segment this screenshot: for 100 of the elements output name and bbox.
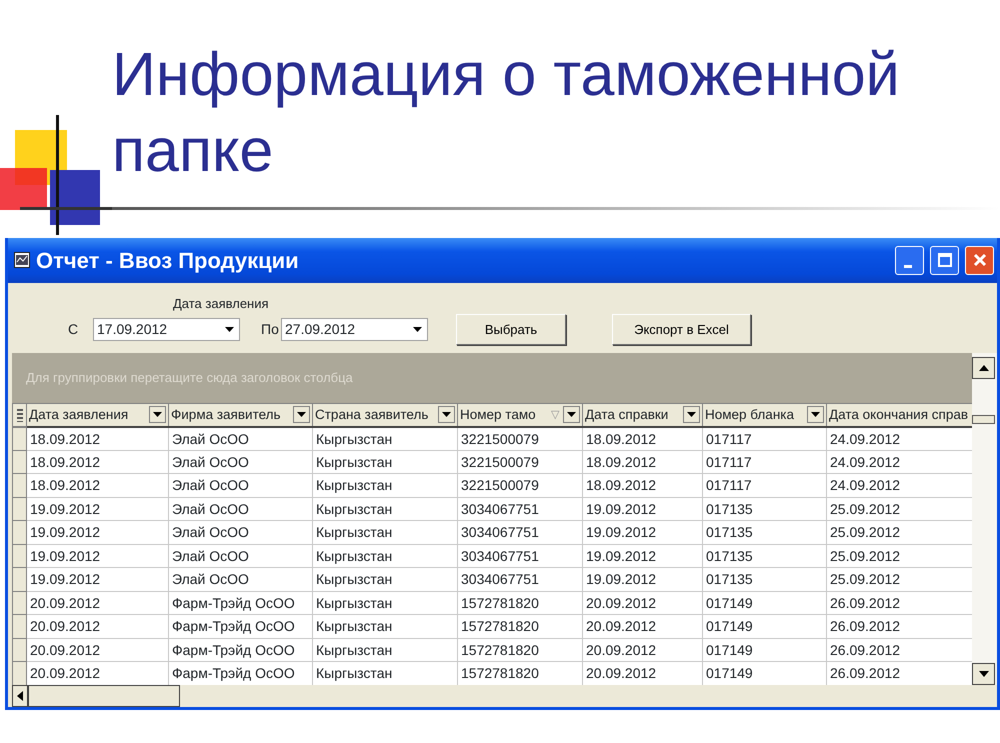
table-cell: 24.09.2012	[826, 426, 972, 450]
maximize-icon	[938, 253, 952, 268]
table-cell: Элай ОсОО	[168, 450, 312, 474]
horizontal-scroll-thumb[interactable]	[28, 684, 180, 707]
select-button[interactable]: Выбрать	[456, 314, 566, 345]
filter-button[interactable]	[683, 406, 700, 424]
close-button[interactable]	[965, 246, 994, 275]
table-cell: 3034067751	[458, 497, 582, 521]
dropdown-arrow-icon	[442, 412, 451, 418]
table-cell: 25.09.2012	[826, 497, 972, 521]
scroll-thumb[interactable]	[972, 414, 995, 424]
table-cell: 017149	[702, 638, 826, 662]
table-cell: 017135	[702, 497, 826, 521]
table-cell: Кыргызстан	[312, 426, 458, 450]
table-cell: 017117	[702, 426, 826, 450]
column-chooser-icon[interactable]	[16, 406, 24, 423]
scroll-left-button[interactable]	[12, 684, 28, 707]
table-cell: Элай ОсОО	[168, 520, 312, 544]
table-cell: 017135	[702, 568, 826, 592]
table-cell: 017117	[702, 474, 826, 498]
filter-button[interactable]	[438, 406, 455, 424]
table-cell: Кыргызстан	[312, 591, 458, 615]
filter-button[interactable]	[563, 406, 580, 424]
row-selector[interactable]	[12, 638, 26, 662]
row-selector[interactable]	[12, 568, 26, 592]
from-date-field[interactable]: 17.09.2012	[93, 318, 240, 341]
scroll-up-button[interactable]	[972, 356, 995, 379]
table-cell: Кыргызстан	[312, 662, 458, 685]
dropdown-arrow-icon	[811, 412, 820, 418]
table-cell: Элай ОсОО	[168, 474, 312, 498]
table-cell: 3034067751	[458, 568, 582, 592]
table-cell: Фарм-Трэйд ОсОО	[168, 662, 312, 685]
table-cell: 18.09.2012	[582, 426, 702, 450]
table-cell: Кыргызстан	[312, 638, 458, 662]
row-selector[interactable]	[12, 520, 26, 544]
scroll-down-button[interactable]	[972, 662, 995, 685]
app-icon	[14, 252, 30, 268]
table-cell: 19.09.2012	[582, 520, 702, 544]
table-cell: Фарм-Трэйд ОсОО	[168, 638, 312, 662]
to-label: По	[261, 320, 280, 339]
table-cell: 3034067751	[458, 520, 582, 544]
dropdown-arrow-icon	[687, 412, 696, 418]
row-selector[interactable]	[12, 497, 26, 521]
table-cell: 1572781820	[458, 638, 582, 662]
table-cell: 18.09.2012	[582, 474, 702, 498]
table-cell: 017135	[702, 520, 826, 544]
vertical-scrollbar[interactable]	[972, 352, 997, 685]
filter-button[interactable]	[149, 406, 166, 424]
row-selector[interactable]	[12, 591, 26, 615]
window-title: Отчет - Ввоз Продукции	[36, 246, 300, 275]
table-cell: 1572781820	[458, 591, 582, 615]
table-cell: 26.09.2012	[826, 591, 972, 615]
table-cell: 3221500079	[458, 450, 582, 474]
table-cell: 18.09.2012	[26, 450, 168, 474]
table-cell: 017149	[702, 614, 826, 638]
row-selector[interactable]	[12, 450, 26, 474]
table-cell: 20.09.2012	[26, 638, 168, 662]
table-cell: 1572781820	[458, 662, 582, 685]
table-cell: Кыргызстан	[312, 497, 458, 521]
export-excel-button[interactable]: Экспорт в Excel	[612, 314, 751, 345]
table-cell: Кыргызстан	[312, 450, 458, 474]
maximize-button[interactable]	[930, 246, 959, 275]
row-selector[interactable]	[12, 544, 26, 568]
table-cell: 017117	[702, 450, 826, 474]
minimize-button[interactable]	[895, 246, 924, 275]
row-selector[interactable]	[12, 614, 26, 638]
up-arrow-icon	[978, 364, 988, 371]
table-cell: 20.09.2012	[26, 662, 168, 685]
table-cell: 19.09.2012	[26, 568, 168, 592]
table-cell: 25.09.2012	[826, 520, 972, 544]
dropdown-arrow-icon	[412, 326, 422, 332]
dropdown-arrow-icon	[153, 412, 162, 418]
table-cell: 18.09.2012	[26, 474, 168, 498]
to-date-field[interactable]: 27.09.2012	[281, 318, 428, 341]
table-cell: Фарм-Трэйд ОсОО	[168, 591, 312, 615]
table-cell: 26.09.2012	[826, 614, 972, 638]
sort-indicator: ▽	[551, 408, 559, 423]
table-cell: 20.09.2012	[26, 591, 168, 615]
table-cell: 017135	[702, 544, 826, 568]
filter-button[interactable]	[807, 406, 824, 424]
from-label: С	[68, 320, 80, 339]
filter-button[interactable]	[293, 406, 310, 424]
table-cell: Кыргызстан	[312, 614, 458, 638]
row-selector[interactable]	[12, 474, 26, 498]
table-cell: Фарм-Трэйд ОсОО	[168, 614, 312, 638]
table-cell: 19.09.2012	[582, 497, 702, 521]
dropdown-arrow-icon	[567, 412, 576, 418]
table-cell: 3034067751	[458, 544, 582, 568]
table-cell: Элай ОсОО	[168, 544, 312, 568]
table-cell: 20.09.2012	[582, 638, 702, 662]
table-cell: 19.09.2012	[582, 544, 702, 568]
date-group-label: Дата заявления	[173, 295, 270, 314]
slide-title: Информация о таможенной папке	[112, 39, 901, 186]
row-selector[interactable]	[12, 426, 26, 450]
table-cell: 18.09.2012	[582, 450, 702, 474]
table-cell: 19.09.2012	[26, 520, 168, 544]
table-cell: 3221500079	[458, 426, 582, 450]
table-cell: 017149	[702, 591, 826, 615]
table-cell: 25.09.2012	[826, 568, 972, 592]
column-header[interactable]: Номер тамо	[460, 404, 547, 425]
